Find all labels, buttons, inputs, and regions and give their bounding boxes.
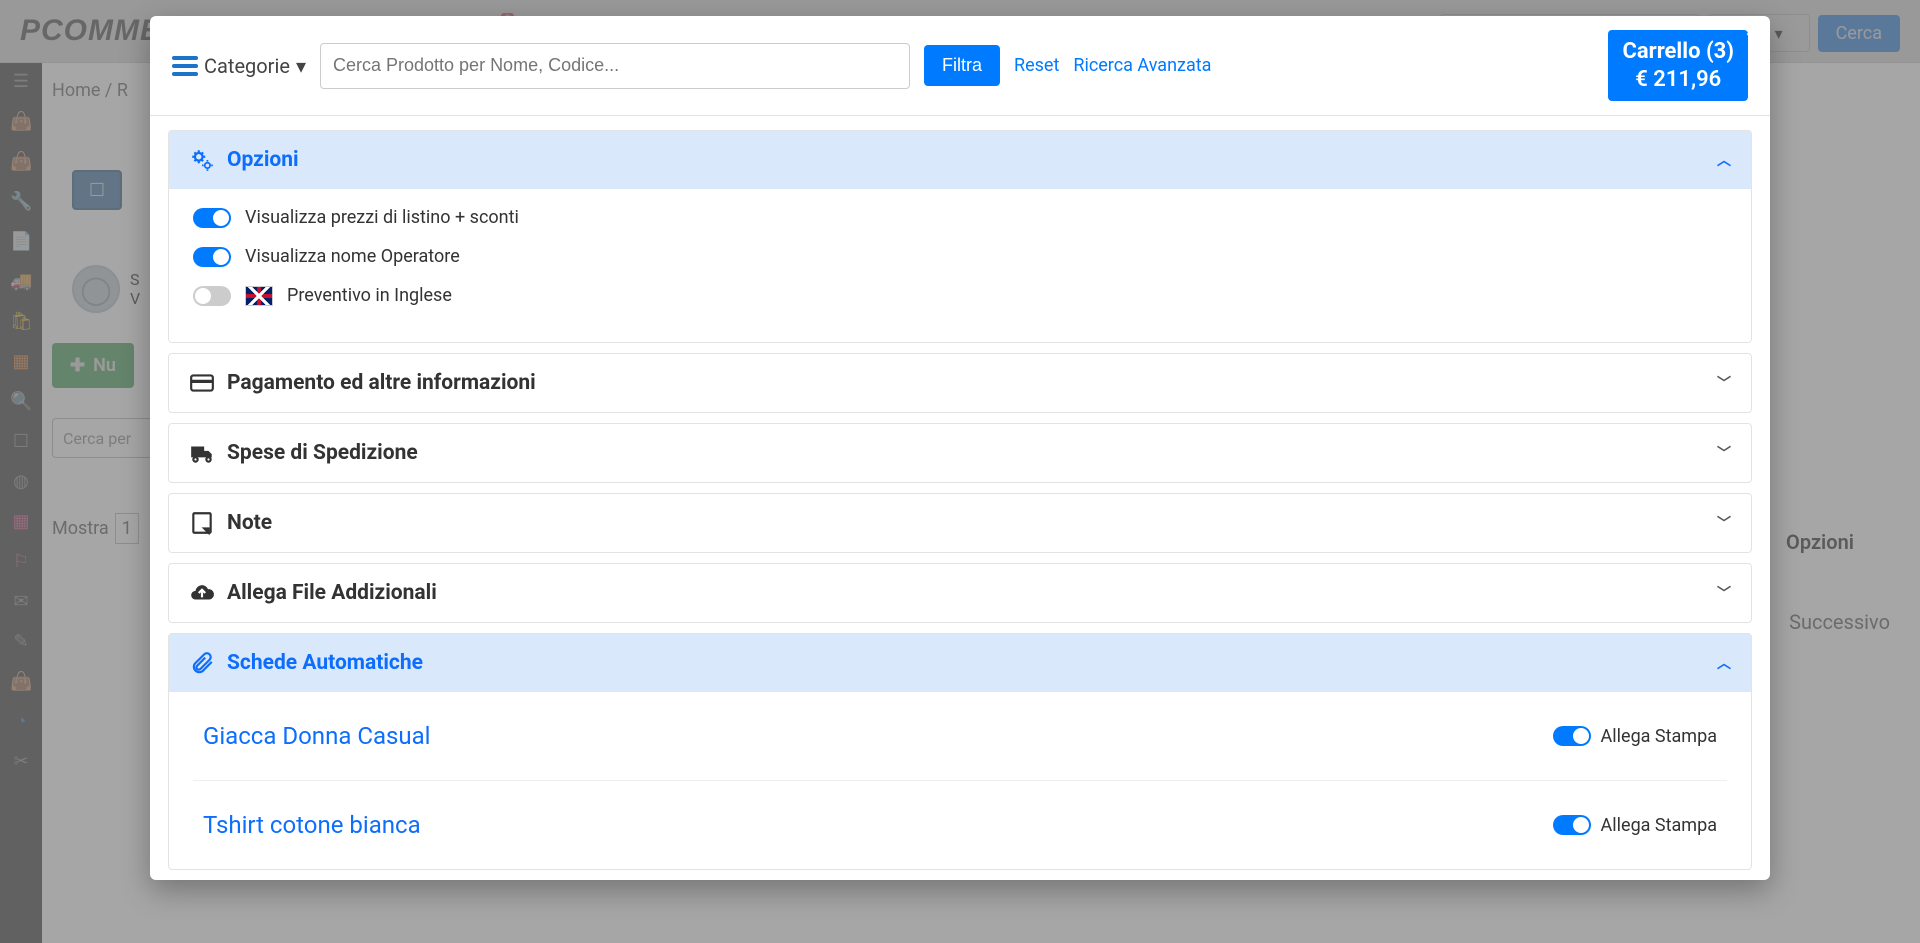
section-payment-header[interactable]: Pagamento ed altre informazioni ﹀ [169,354,1751,412]
modal-header: Categorie ▾ Filtra Reset Ricerca Avanzat… [150,16,1770,116]
section-options-body: Visualizza prezzi di listino + sconti Vi… [169,189,1751,342]
filter-button[interactable]: Filtra [924,45,1000,86]
close-icon[interactable]: × [1745,10,1762,42]
sheet-link-1[interactable]: Giacca Donna Casual [203,722,431,750]
credit-card-icon [189,370,215,396]
toggle-attach-print-1-label: Allega Stampa [1601,726,1717,747]
gear-icon [189,147,215,173]
section-attachments-title: Allega File Addizionali [227,581,437,605]
section-notes-header[interactable]: Note ﹀ [169,494,1751,552]
toggle-show-operator[interactable] [193,247,231,267]
modal: × Categorie ▾ Filtra Reset Ricerca Avanz… [150,16,1770,880]
section-auto-sheets-body: Giacca Donna Casual Allega Stampa Tshirt… [169,692,1751,869]
toggle-show-operator-label: Visualizza nome Operatore [245,246,460,267]
section-auto-sheets: Schede Automatiche ︿ Giacca Donna Casual… [168,633,1752,870]
section-notes: Note ﹀ [168,493,1752,553]
product-search-input[interactable] [320,43,910,89]
section-attachments: Allega File Addizionali ﹀ [168,563,1752,623]
toggle-attach-print-1[interactable] [1553,726,1591,746]
cart-line2: € 211,96 [1622,66,1734,94]
chevron-down-icon: ﹀ [1717,513,1731,533]
section-shipping-header[interactable]: Spese di Spedizione ﹀ [169,424,1751,482]
advanced-search-link[interactable]: Ricerca Avanzata [1073,55,1211,76]
chevron-up-icon: ︿ [1717,653,1731,673]
note-icon [189,510,215,536]
section-auto-sheets-title: Schede Automatiche [227,651,423,675]
section-options-header[interactable]: Opzioni ︿ [169,131,1751,189]
section-payment-title: Pagamento ed altre informazioni [227,371,536,395]
categories-label: Categorie [204,54,290,78]
toggle-english-quote[interactable] [193,286,231,306]
section-shipping: Spese di Spedizione ﹀ [168,423,1752,483]
modal-overlay: × Categorie ▾ Filtra Reset Ricerca Avanz… [0,0,1920,943]
section-notes-title: Note [227,511,272,535]
chevron-up-icon: ︿ [1717,150,1731,170]
cloud-upload-icon [189,580,215,606]
hamburger-icon [172,56,198,76]
section-options-title: Opzioni [227,148,299,172]
modal-body[interactable]: Opzioni ︿ Visualizza prezzi di listino +… [150,116,1770,880]
reset-link[interactable]: Reset [1014,55,1059,76]
chevron-down-icon: ﹀ [1717,443,1731,463]
section-auto-sheets-header[interactable]: Schede Automatiche ︿ [169,634,1751,692]
sheet-link-2[interactable]: Tshirt cotone bianca [203,811,421,839]
toggle-row-prices: Visualizza prezzi di listino + sconti [193,207,1727,228]
sheet-item: Tshirt cotone bianca Allega Stampa [193,781,1727,869]
section-attachments-header[interactable]: Allega File Addizionali ﹀ [169,564,1751,622]
section-options: Opzioni ︿ Visualizza prezzi di listino +… [168,130,1752,343]
truck-icon [189,440,215,466]
toggle-show-prices[interactable] [193,208,231,228]
categories-dropdown[interactable]: Categorie ▾ [172,54,306,78]
toggle-attach-print-2-label: Allega Stampa [1601,815,1717,836]
caret-down-icon: ▾ [296,54,306,78]
section-shipping-title: Spese di Spedizione [227,441,418,465]
cart-line1: Carrello (3) [1622,38,1734,66]
chevron-down-icon: ﹀ [1717,583,1731,603]
toggle-row-operator: Visualizza nome Operatore [193,246,1727,267]
section-payment: Pagamento ed altre informazioni ﹀ [168,353,1752,413]
chevron-down-icon: ﹀ [1717,373,1731,393]
paperclip-icon [189,650,215,676]
toggle-attach-print-2[interactable] [1553,815,1591,835]
toggle-row-english: Preventivo in Inglese [193,285,1727,306]
sheet-item: Giacca Donna Casual Allega Stampa [193,692,1727,781]
toggle-show-prices-label: Visualizza prezzi di listino + sconti [245,207,519,228]
uk-flag-icon [245,286,273,306]
toggle-english-quote-label: Preventivo in Inglese [287,285,452,306]
cart-button[interactable]: Carrello (3) € 211,96 [1608,30,1748,101]
